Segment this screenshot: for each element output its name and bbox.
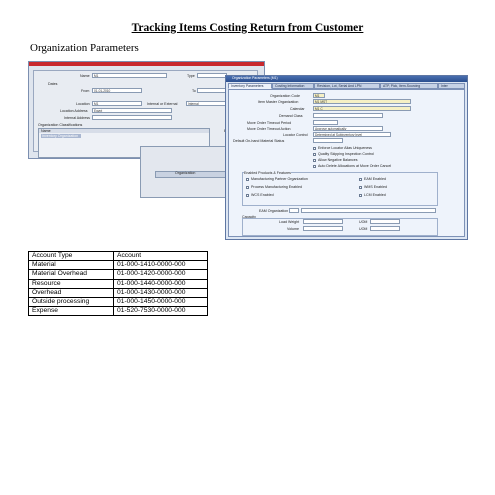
- wms-enabled-checkbox[interactable]: [359, 186, 362, 189]
- lcm-enabled-checkbox[interactable]: [359, 194, 362, 197]
- organization-code-field[interactable]: M1: [313, 93, 325, 98]
- internal-address-label: Internal Address: [64, 116, 90, 120]
- from-date-field[interactable]: 01-01-2010: [92, 88, 142, 93]
- location-address-field[interactable]: Egypt: [92, 108, 172, 113]
- from-label: From: [81, 89, 90, 93]
- window-title: Organization Parameters (M1): [232, 76, 278, 80]
- list-item-label: Inventory Organization: [42, 134, 79, 138]
- wms-enabled-label: WMS Enabled: [364, 185, 387, 189]
- account-cell: 01-000-1410-0000-000: [113, 260, 208, 271]
- locator-control-select[interactable]: Determined at Subinventory level: [313, 132, 391, 137]
- dates-label: Dates: [48, 82, 58, 86]
- account-type-cell: Overhead: [28, 287, 114, 298]
- account-type-cell: Material: [28, 260, 114, 271]
- account-type-cell: Resource: [28, 278, 114, 289]
- type-label: Type: [187, 74, 195, 78]
- enforce-locator-alias-label: Enforce Locator Alias Uniqueness: [318, 146, 372, 150]
- to-date-field[interactable]: [197, 88, 227, 93]
- window-title-bar: [29, 62, 264, 66]
- auto-delete-allocations-label: Auto Delete Allocations at Move Order Ca…: [318, 164, 392, 168]
- inventory-parameters-panel: Organization Code M1 Item Master Organiz…: [228, 89, 465, 237]
- enabled-products-label: Enabled Products & Features: [244, 171, 291, 175]
- location-field[interactable]: M1: [92, 101, 142, 106]
- internal-address-field[interactable]: [92, 115, 172, 120]
- wcs-enabled-label: WCS Enabled: [251, 193, 274, 197]
- volume-label: Volume: [287, 227, 299, 231]
- internal-external-label: Internal or External: [147, 102, 178, 106]
- table-row: Expense 01-520-7530-0000-000: [28, 306, 208, 317]
- account-cell: 01-520-7530-0000-000: [113, 306, 208, 317]
- manufacturing-partner-checkbox[interactable]: [246, 178, 249, 181]
- header-account-type: Account Type: [28, 250, 114, 262]
- move-order-timeout-action-label: Move Order Timeout Action: [247, 127, 291, 131]
- location-label: Location: [76, 102, 90, 106]
- default-onhand-status-label: Default On-hand Material Status: [233, 139, 285, 143]
- volume-uom-label: UOM: [359, 227, 368, 231]
- quality-skipping-checkbox[interactable]: [313, 153, 316, 156]
- lcm-enabled-label: LCM Enabled: [364, 193, 386, 197]
- demand-class-field[interactable]: [313, 113, 383, 118]
- volume-uom-field[interactable]: [370, 226, 400, 231]
- eam-enabled-checkbox[interactable]: [359, 178, 362, 181]
- table-header-row: Account Type Account: [28, 250, 208, 262]
- allow-negative-balances-label: Allow Negative Balances: [318, 158, 358, 162]
- load-weight-label: Load Weight: [279, 220, 300, 224]
- section-heading: Organization Parameters: [30, 42, 139, 54]
- org-classifications-label: Organization Classifications: [38, 123, 83, 127]
- to-label: To: [192, 89, 196, 93]
- item-master-field[interactable]: M1 MST: [313, 99, 411, 104]
- account-table: Account Type Account Material 01-000-141…: [28, 250, 208, 317]
- calendar-label: Calendar: [290, 107, 305, 111]
- volume-field[interactable]: [303, 226, 343, 231]
- table-row: Material Overhead 01-000-1420-0000-000: [28, 269, 208, 280]
- eam-organization-description: [301, 208, 436, 213]
- list-header-name: Name: [41, 129, 51, 133]
- organization-parameters-window: Organization Parameters (M1) Inventory P…: [225, 75, 468, 240]
- move-order-timeout-period-label: Move Order Timeout Period: [247, 121, 292, 125]
- organization-button-label: Organization: [175, 171, 196, 175]
- table-row: Outside processing 01-000-1450-0000-000: [28, 296, 208, 308]
- move-order-timeout-action-select[interactable]: Approve automatically: [313, 126, 383, 131]
- location-address-label: Location Address: [60, 109, 88, 113]
- table-row: Material 01-000-1410-0000-000: [28, 260, 208, 271]
- account-type-cell: Expense: [28, 306, 114, 317]
- manufacturing-partner-label: Manufacturing Partner Organization: [251, 177, 308, 181]
- table-row: Overhead 01-000-1430-0000-000: [28, 287, 208, 298]
- default-onhand-status-field[interactable]: [313, 138, 343, 143]
- locator-control-label: Locator Control: [283, 133, 308, 137]
- account-type-cell: Material Overhead: [28, 269, 114, 280]
- weight-uom-field[interactable]: [370, 219, 400, 224]
- name-label: Name: [80, 74, 90, 78]
- account-cell: 01-000-1440-0000-000: [113, 278, 208, 289]
- allow-negative-balances-checkbox[interactable]: [313, 159, 316, 162]
- account-cell: 01-000-1430-0000-000: [113, 287, 208, 298]
- move-order-timeout-period-field[interactable]: [313, 120, 338, 125]
- load-weight-field[interactable]: [303, 219, 343, 224]
- internal-external-field[interactable]: Internal: [186, 101, 226, 106]
- eam-organization-label: EAM Organization: [259, 209, 289, 213]
- account-type-cell: Outside processing: [28, 296, 114, 308]
- list-header: [39, 129, 209, 133]
- wcs-enabled-checkbox[interactable]: [246, 194, 249, 197]
- account-cell: 01-000-1420-0000-000: [113, 269, 208, 280]
- name-field[interactable]: M1: [92, 73, 167, 78]
- auto-delete-allocations-checkbox[interactable]: [313, 165, 316, 168]
- enforce-locator-alias-checkbox[interactable]: [313, 147, 316, 150]
- process-manufacturing-label: Process Manufacturing Enabled: [251, 185, 302, 189]
- eam-enabled-label: EAM Enabled: [364, 177, 386, 181]
- process-manufacturing-checkbox[interactable]: [246, 186, 249, 189]
- organization-code-label: Organization Code: [270, 94, 300, 98]
- account-cell: 01-000-1450-0000-000: [113, 296, 208, 308]
- header-account: Account: [113, 250, 208, 262]
- eam-organization-field[interactable]: [289, 208, 299, 213]
- calendar-field[interactable]: M1 C: [313, 106, 411, 111]
- table-row: Resource 01-000-1440-0000-000: [28, 278, 208, 289]
- type-field[interactable]: [197, 73, 227, 78]
- demand-class-label: Demand Class: [279, 114, 303, 118]
- weight-uom-label: UOM: [359, 220, 368, 224]
- document-title: Tracking Items Costing Return from Custo…: [131, 22, 364, 34]
- quality-skipping-label: Quality Skipping Inspection Control: [318, 152, 374, 156]
- item-master-label: Item Master Organization: [258, 100, 299, 104]
